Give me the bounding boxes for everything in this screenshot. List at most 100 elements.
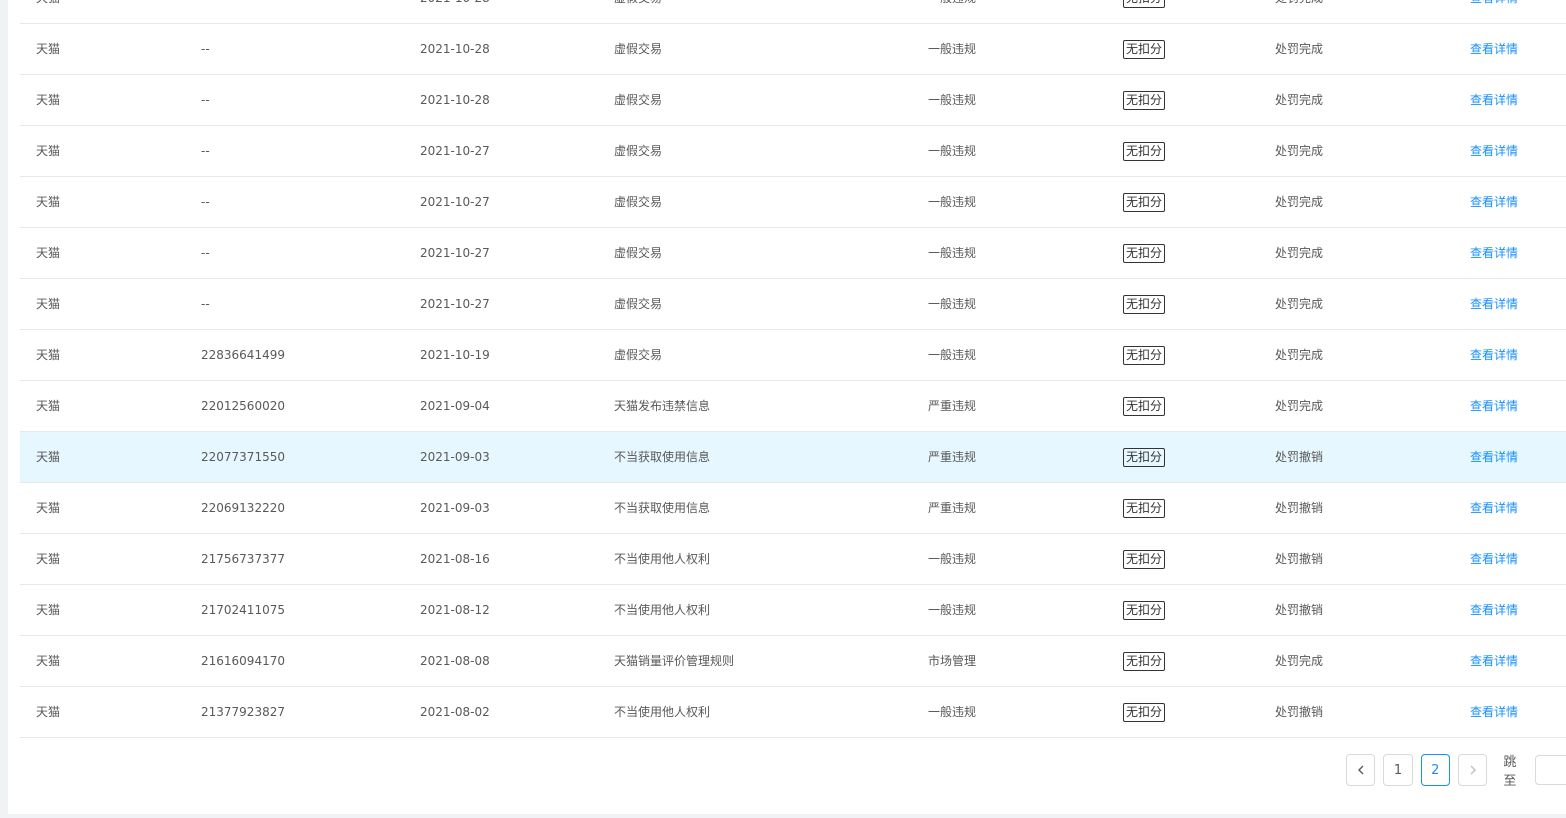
cell-violation-reason: 虚假交易 <box>614 330 662 380</box>
cell-violation-level-text: 严重违规 <box>928 450 977 464</box>
cell-violation-level: 一般违规 <box>928 534 976 584</box>
cell-penalty-id: 22077371550 <box>201 432 285 482</box>
view-details-link[interactable]: 查看详情 <box>1470 636 1518 686</box>
cell-penalty-id-text: 22069132220 <box>201 501 285 515</box>
cell-violation-reason-text: 虚假交易 <box>614 195 663 209</box>
chevron-right-icon <box>1470 765 1476 775</box>
cell-date-text: 2021-08-02 <box>420 705 490 719</box>
cell-date-text: 2021-08-16 <box>420 552 490 566</box>
view-details-link[interactable]: 查看详情 <box>1470 177 1518 227</box>
view-details-link[interactable]: 查看详情 <box>1470 432 1518 482</box>
view-details-link-text[interactable]: 查看详情 <box>1470 348 1518 362</box>
view-details-link[interactable]: 查看详情 <box>1470 381 1518 431</box>
view-details-link-text[interactable]: 查看详情 <box>1470 654 1518 668</box>
cell-date: 2021-10-28 <box>420 0 490 23</box>
view-details-link-text[interactable]: 查看详情 <box>1470 705 1518 719</box>
table-row: 天猫 21377923827 2021-08-02 不当使用他人权利 一般违规 无扣分 处罚… <box>20 687 1566 738</box>
cell-violation-reason: 虚假交易 <box>614 75 662 125</box>
view-details-link[interactable]: 查看详情 <box>1470 279 1518 329</box>
cell-date-text: 2021-09-04 <box>420 399 490 413</box>
page-2-button[interactable]: 2 <box>1420 754 1450 786</box>
cell-platform: 天猫 <box>36 75 60 125</box>
prev-page-button[interactable] <box>1346 754 1376 786</box>
content-panel: 天猫 -- 2021-10-28 虚假交易 一般违规 无扣分 处罚完成 查看详情 天猫 -- 202… <box>8 0 1566 814</box>
cell-status-text: 处罚撤销 <box>1275 450 1324 464</box>
view-details-link-text[interactable]: 查看详情 <box>1470 603 1518 617</box>
cell-penalty-id: -- <box>201 228 210 278</box>
cell-status-text: 处罚完成 <box>1275 42 1324 56</box>
cell-violation-reason: 不当使用他人权利 <box>614 687 710 737</box>
cell-status-text: 处罚撤销 <box>1275 603 1324 617</box>
cell-status: 处罚撤销 <box>1275 483 1323 533</box>
view-details-link-text[interactable]: 查看详情 <box>1470 0 1518 5</box>
table-row: 天猫 -- 2021-10-28 虚假交易 一般违规 无扣分 处罚完成 查看详情 <box>20 0 1566 24</box>
view-details-link-text[interactable]: 查看详情 <box>1470 450 1518 464</box>
cell-date: 2021-09-03 <box>420 483 490 533</box>
cell-date-text: 2021-09-03 <box>420 450 490 464</box>
next-page-button[interactable] <box>1457 754 1488 786</box>
cell-platform: 天猫 <box>36 687 60 737</box>
points-badge: 无扣分 <box>1123 703 1166 722</box>
cell-points: 无扣分 <box>1123 687 1166 737</box>
chevron-left-icon <box>1357 765 1364 775</box>
jump-to-page-input[interactable] <box>1535 755 1566 785</box>
cell-status-text: 处罚撤销 <box>1275 501 1324 515</box>
view-details-link[interactable]: 查看详情 <box>1470 534 1518 584</box>
table-row: 天猫 22069132220 2021-09-03 不当获取使用信息 严重违规 无扣分 处罚… <box>20 483 1566 534</box>
cell-status: 处罚撤销 <box>1275 585 1323 635</box>
points-badge: 无扣分 <box>1123 142 1166 161</box>
view-details-link[interactable]: 查看详情 <box>1470 687 1518 737</box>
cell-status: 处罚完成 <box>1275 24 1323 74</box>
cell-status: 处罚完成 <box>1275 279 1323 329</box>
cell-platform-text: 天猫 <box>36 42 61 56</box>
page-1-button[interactable]: 1 <box>1383 754 1413 786</box>
view-details-link-text[interactable]: 查看详情 <box>1470 93 1518 107</box>
cell-platform-text: 天猫 <box>36 501 61 515</box>
cell-date: 2021-10-28 <box>420 75 490 125</box>
cell-penalty-id: 22836641499 <box>201 330 285 380</box>
view-details-link[interactable]: 查看详情 <box>1470 330 1518 380</box>
cell-penalty-id-text: -- <box>201 297 210 311</box>
view-details-link-text[interactable]: 查看详情 <box>1470 195 1518 209</box>
view-details-link[interactable]: 查看详情 <box>1470 24 1518 74</box>
cell-points: 无扣分 <box>1123 330 1166 380</box>
view-details-link[interactable]: 查看详情 <box>1470 0 1518 23</box>
view-details-link-text[interactable]: 查看详情 <box>1470 552 1518 566</box>
cell-platform: 天猫 <box>36 636 60 686</box>
points-badge: 无扣分 <box>1123 0 1166 8</box>
view-details-link-text[interactable]: 查看详情 <box>1470 501 1518 515</box>
cell-platform: 天猫 <box>36 534 60 584</box>
cell-platform: 天猫 <box>36 330 60 380</box>
cell-status-text: 处罚完成 <box>1275 144 1324 158</box>
table-row: 天猫 21756737377 2021-08-16 不当使用他人权利 一般违规 无扣分 处罚… <box>20 534 1566 585</box>
view-details-link-text[interactable]: 查看详情 <box>1470 297 1518 311</box>
cell-violation-reason: 天猫发布违禁信息 <box>614 381 710 431</box>
cell-penalty-id: -- <box>201 0 210 23</box>
view-details-link-text[interactable]: 查看详情 <box>1470 246 1518 260</box>
points-badge: 无扣分 <box>1123 601 1166 620</box>
table-row: 天猫 22077371550 2021-09-03 不当获取使用信息 严重违规 无扣分 处罚… <box>20 432 1566 483</box>
cell-violation-reason-text: 不当获取使用信息 <box>614 501 711 515</box>
view-details-link[interactable]: 查看详情 <box>1470 585 1518 635</box>
cell-violation-level-text: 一般违规 <box>928 552 977 566</box>
points-badge: 无扣分 <box>1123 295 1166 314</box>
view-details-link[interactable]: 查看详情 <box>1470 75 1518 125</box>
cell-violation-level: 一般违规 <box>928 0 976 23</box>
cell-penalty-id-text: 22077371550 <box>201 450 285 464</box>
cell-status: 处罚完成 <box>1275 177 1323 227</box>
cell-platform: 天猫 <box>36 228 60 278</box>
cell-points: 无扣分 <box>1123 636 1166 686</box>
view-details-link-text[interactable]: 查看详情 <box>1470 144 1518 158</box>
cell-date-text: 2021-08-08 <box>420 654 490 668</box>
cell-penalty-id-text: 21702411075 <box>201 603 285 617</box>
view-details-link-text[interactable]: 查看详情 <box>1470 42 1518 56</box>
cell-violation-level-text: 一般违规 <box>928 297 977 311</box>
cell-violation-level: 一般违规 <box>928 126 976 176</box>
cell-status: 处罚完成 <box>1275 381 1323 431</box>
view-details-link[interactable]: 查看详情 <box>1470 483 1518 533</box>
view-details-link[interactable]: 查看详情 <box>1470 126 1518 176</box>
view-details-link[interactable]: 查看详情 <box>1470 228 1518 278</box>
cell-violation-level: 严重违规 <box>928 432 976 482</box>
cell-points: 无扣分 <box>1123 585 1166 635</box>
view-details-link-text[interactable]: 查看详情 <box>1470 399 1518 413</box>
